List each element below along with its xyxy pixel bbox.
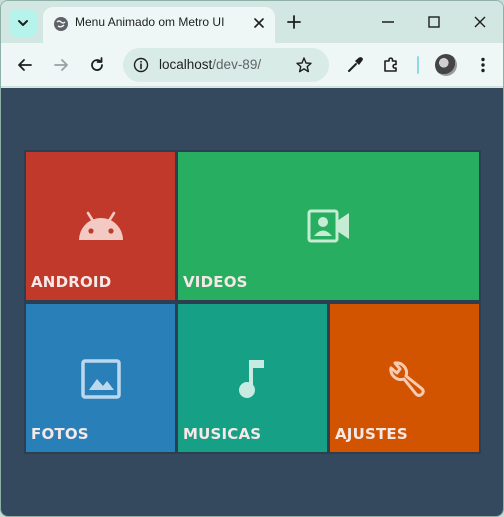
back-arrow-icon[interactable] [15,55,35,75]
wrench-icon [389,361,425,397]
maximize-icon[interactable] [425,13,443,31]
toolbar-separator [417,56,419,74]
extensions-puzzle-icon[interactable] [381,55,401,75]
globe-icon [54,17,68,31]
image-icon [81,359,121,399]
tile-label-ajustes: AJUSTES [335,425,408,443]
tab-title: Menu Animado om Metro UI [75,15,225,29]
tile-label-videos: VIDEOS [183,273,248,291]
browser-window: Menu Animado om Metro UI localhost/dev-8… [0,0,504,517]
tile-label-fotos: FOTOS [31,425,89,443]
eyedropper-icon[interactable] [345,55,365,75]
profile-avatar[interactable] [435,54,457,76]
browser-toolbar: localhost/dev-89/ [1,43,503,87]
reload-icon[interactable] [87,55,107,75]
video-contact-icon [307,209,349,243]
close-tab-icon[interactable] [251,15,267,31]
forward-arrow-icon[interactable] [51,55,71,75]
url-path: /dev-89/ [212,57,262,72]
android-icon [79,211,123,240]
address-bar[interactable]: localhost/dev-89/ [123,48,329,82]
tile-ajustes[interactable]: AJUSTES [328,302,481,454]
tile-android[interactable]: ANDROID [24,150,177,302]
more-menu-icon[interactable] [473,55,493,75]
tile-fotos[interactable]: FOTOS [24,302,177,454]
metro-menu: ANDROID VIDEOS FOTOS MUSICAS AJUSTES [24,150,481,454]
tab-strip: Menu Animado om Metro UI [1,1,503,43]
page-viewport: ANDROID VIDEOS FOTOS MUSICAS AJUSTES [1,88,503,516]
tile-label-android: ANDROID [31,273,112,291]
site-info-icon[interactable] [133,57,149,73]
tile-musicas[interactable]: MUSICAS [176,302,329,454]
close-window-icon[interactable] [471,13,489,31]
new-tab-icon[interactable] [285,13,303,31]
tab-search-button[interactable] [9,9,37,37]
tile-videos[interactable]: VIDEOS [176,150,481,302]
music-note-icon [239,360,264,398]
chevron-down-icon [18,20,28,26]
url-text: localhost/dev-89/ [159,57,261,72]
bookmark-star-icon[interactable] [295,56,313,74]
tile-label-musicas: MUSICAS [183,425,262,443]
browser-tab[interactable]: Menu Animado om Metro UI [43,7,275,43]
url-host: localhost [159,57,213,72]
minimize-icon[interactable] [379,13,397,31]
